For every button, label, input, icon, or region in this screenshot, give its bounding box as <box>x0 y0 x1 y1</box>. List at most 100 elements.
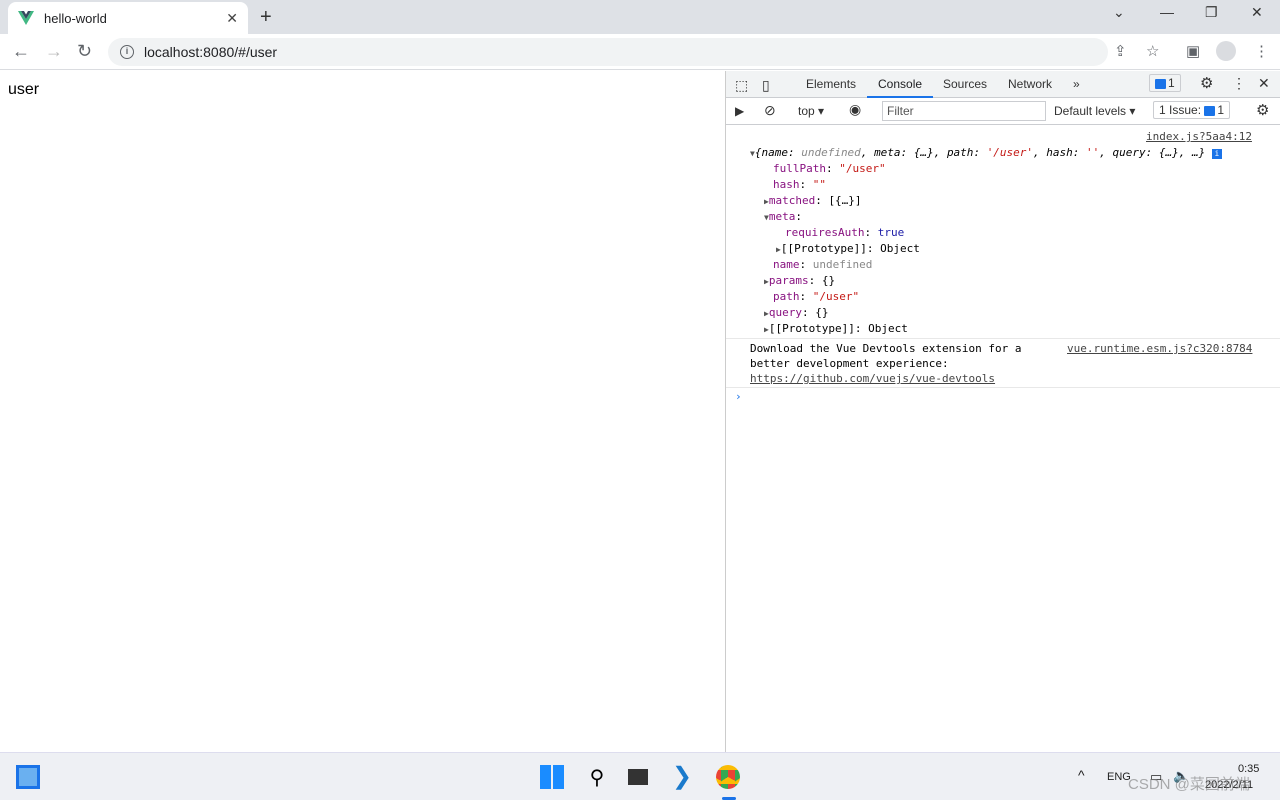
show-hidden-icons[interactable]: ^ <box>1078 767 1085 783</box>
value: '/user' <box>986 146 1034 159</box>
clear-console-icon[interactable]: ⊘ <box>764 102 776 119</box>
prop-key: hash <box>773 178 800 191</box>
close-window-button[interactable]: ✕ <box>1251 4 1263 21</box>
issue-count: 1 <box>1217 103 1225 117</box>
prop-row: requiresAuth: true <box>785 226 905 239</box>
devtools-tabs: ⬚ ▯ Elements Console Sources Network » 1… <box>726 71 1280 98</box>
levels-value: Default levels <box>1054 104 1127 118</box>
prop-key: path <box>773 290 800 303</box>
value: {…} <box>1158 146 1179 159</box>
forward-button[interactable]: → <box>45 41 63 62</box>
prop-row[interactable]: ▶[[Prototype]]: Object <box>776 241 920 258</box>
context-select[interactable]: top ▾ <box>798 104 824 118</box>
widgets-icon[interactable] <box>16 765 40 789</box>
key: path <box>946 146 974 159</box>
inspect-element-icon[interactable]: ⬚ <box>735 77 748 94</box>
message-line: Download the Vue Devtools extension for … <box>750 342 1022 355</box>
issue-icon <box>1204 105 1216 116</box>
tab-search-icon[interactable]: ⌄ <box>1113 4 1125 21</box>
vscode-icon[interactable]: ❯ <box>672 765 696 789</box>
restore-button[interactable]: ❐ <box>1205 4 1218 21</box>
page-text: user <box>8 81 40 98</box>
divider <box>726 387 1280 388</box>
console-settings-icon[interactable]: ⚙ <box>1256 101 1269 119</box>
profile-avatar[interactable] <box>1216 41 1236 61</box>
minimize-button[interactable]: — <box>1160 4 1174 20</box>
sidebar-toggle-icon[interactable]: ▶︎ <box>735 104 744 118</box>
prop-value: {} <box>815 306 829 319</box>
more-options-icon[interactable]: ⋮ <box>1232 75 1246 92</box>
live-expression-eye-icon[interactable]: ◉ <box>849 101 861 118</box>
log-levels-dropdown[interactable]: Default levels ▾ <box>1054 104 1135 118</box>
message-count: 1 <box>1168 76 1175 90</box>
tab-console[interactable]: Console <box>867 71 934 98</box>
console-toolbar: ▶︎ ⊘ top ▾ ◉ Filter Default levels ▾ 1 I… <box>726 98 1280 125</box>
more-tabs-icon[interactable]: » <box>1073 77 1080 91</box>
value: undefined <box>801 146 861 159</box>
devtools-link[interactable]: https://github.com/vuejs/vue-devtools <box>750 372 995 385</box>
device-toolbar-icon[interactable]: ▯ <box>762 77 770 94</box>
prop-key: query <box>768 306 802 319</box>
prop-value: [{…}] <box>828 194 862 207</box>
url-text: localhost:8080/#/user <box>144 44 278 60</box>
filter-input[interactable]: Filter <box>882 101 1046 121</box>
close-tab-icon[interactable]: ✕ <box>226 10 238 27</box>
prop-key: [[Prototype]] <box>768 322 855 335</box>
prop-row[interactable]: ▶query: {} <box>764 305 828 322</box>
new-tab-button[interactable]: + <box>260 6 272 29</box>
search-icon[interactable]: ⚲ <box>585 765 609 789</box>
prop-value: {} <box>821 274 836 287</box>
prop-key: matched <box>768 194 816 207</box>
prop-value: "" <box>812 178 826 191</box>
settings-gear-icon[interactable]: ⚙ <box>1200 74 1213 92</box>
key: meta <box>874 146 901 159</box>
start-icon[interactable] <box>540 765 564 789</box>
share-icon[interactable]: ⇪ <box>1114 42 1127 60</box>
tab-strip: hello-world ✕ + ⌄ — ❐ ✕ <box>0 0 1280 34</box>
close-devtools-icon[interactable]: ✕ <box>1258 75 1270 92</box>
prop-row[interactable]: ▶params: {} <box>764 273 835 290</box>
prop-row[interactable]: ▶matched: [{…}] <box>764 193 862 210</box>
side-panel-icon[interactable]: ▣ <box>1186 42 1200 60</box>
prop-value: true <box>877 226 905 239</box>
context-value: top <box>798 104 815 118</box>
prop-row[interactable]: ▶[[Prototype]]: Object <box>764 321 908 338</box>
browser-tab[interactable]: hello-world ✕ <box>8 2 248 34</box>
messages-badge[interactable]: 1 <box>1149 74 1181 92</box>
back-button[interactable]: ← <box>12 41 30 62</box>
source-link[interactable]: vue.runtime.esm.js?c320:8784 <box>1067 341 1252 357</box>
task-view-icon[interactable] <box>628 769 648 785</box>
prop-value: "/user" <box>839 162 886 175</box>
devtools-panel: ⬚ ▯ Elements Console Sources Network » 1… <box>725 71 1280 752</box>
prop-row: fullPath: "/user" <box>773 162 886 175</box>
browser-toolbar: ← → ↻ i localhost:8080/#/user ⇪ ☆ ▣ ⋮ <box>0 34 1280 70</box>
issues-button[interactable]: 1 Issue: 1 <box>1153 101 1231 119</box>
prop-row: name: undefined <box>773 258 873 271</box>
address-bar[interactable]: i localhost:8080/#/user <box>108 38 1108 66</box>
prop-key: requiresAuth <box>785 226 865 239</box>
tab-network[interactable]: Network <box>1008 77 1052 91</box>
taskbar: ⚲ ❯ ^ ENG ▭ 🔈 0:35 2022/2/11 CSDN @菜园前端 <box>0 752 1280 800</box>
prop-value: Object <box>868 322 908 335</box>
log-object-summary[interactable]: ▼{name: undefined, meta: {…}, path: '/us… <box>750 145 1222 162</box>
reload-button[interactable]: ↻ <box>77 41 92 62</box>
menu-icon[interactable]: ⋮ <box>1254 42 1269 60</box>
console-prompt[interactable]: › <box>735 389 742 405</box>
prop-key: [[Prototype]] <box>780 242 867 255</box>
prop-value: "/user" <box>812 290 860 303</box>
value: …} <box>1192 146 1206 159</box>
tab-elements[interactable]: Elements <box>806 77 856 91</box>
info-icon[interactable]: i <box>1211 149 1222 159</box>
source-link[interactable]: index.js?5aa4:12 <box>1146 129 1252 145</box>
prop-key: fullPath <box>773 162 826 175</box>
value: '' <box>1086 146 1100 159</box>
tab-sources[interactable]: Sources <box>943 77 987 91</box>
prop-row[interactable]: ▼meta: <box>764 209 802 226</box>
key: hash <box>1046 146 1073 159</box>
site-info-icon[interactable]: i <box>120 45 134 59</box>
bookmark-star-icon[interactable]: ☆ <box>1146 42 1159 60</box>
prop-row: hash: "" <box>773 178 826 191</box>
chrome-icon[interactable] <box>716 765 740 789</box>
prop-row: path: "/user" <box>773 290 860 303</box>
message-line: better development experience: <box>750 357 949 370</box>
